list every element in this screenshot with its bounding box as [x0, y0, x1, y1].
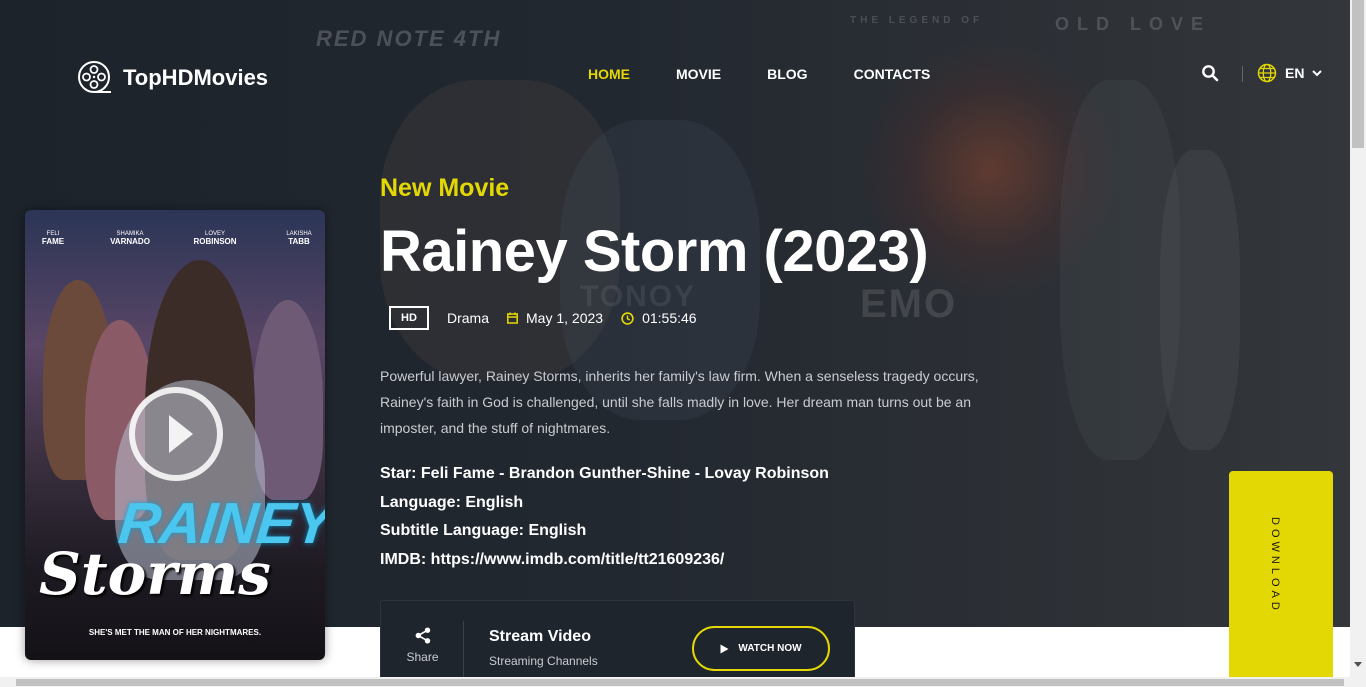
vertical-scrollbar-thumb[interactable]	[1352, 0, 1364, 148]
site-logo[interactable]: TopHDMovies	[77, 60, 268, 96]
star-value: Feli Fame - Brandon Gunther-Shine - Lova…	[420, 465, 829, 482]
poster-cast-name: LAKISHA TABB	[286, 231, 312, 246]
poster-cast-name: SHAMIKA VARNADO	[110, 231, 150, 246]
language-selector[interactable]: EN	[1257, 63, 1323, 83]
imdb-row: IMDB: https://www.imdb.com/title/tt21609…	[380, 546, 829, 575]
background-poster-text: RED NOTE 4TH	[316, 26, 502, 51]
search-icon	[1202, 65, 1219, 82]
section-subtitle: New Movie	[380, 174, 510, 202]
genre-label: Drama	[447, 310, 490, 326]
release-date: May 1, 2023	[507, 310, 603, 326]
share-label: Share	[406, 650, 439, 664]
background-poster-text: OLD LOVE	[1055, 14, 1212, 34]
nav-item-home[interactable]: HOME	[588, 66, 630, 82]
movie-poster[interactable]: FELI FAME SHAMIKA VARNADO LOVEY ROBINSON LA…	[25, 210, 325, 660]
movie-meta: HD Drama May 1, 2023 01:55:46	[389, 306, 715, 330]
film-reel-icon	[78, 61, 111, 93]
scroll-down-arrow-icon[interactable]	[1354, 662, 1362, 667]
movie-info: Star: Feli Fame - Brandon Gunther-Shine …	[380, 460, 829, 574]
star-label: Star:	[380, 465, 417, 482]
imdb-link[interactable]: https://www.imdb.com/title/tt21609236/	[431, 551, 725, 568]
stream-subtitle: Streaming Channels	[489, 654, 598, 668]
language-row: Language: English	[380, 489, 829, 518]
stream-divider	[463, 621, 464, 677]
watch-now-button[interactable]: WATCH NOW	[692, 626, 830, 671]
poster-cast-name: LOVEY ROBINSON	[193, 231, 237, 246]
vertical-scrollbar[interactable]	[1350, 0, 1366, 677]
clock-icon	[621, 311, 634, 325]
language-row-label: Language:	[380, 493, 461, 511]
duration: 01:55:46	[621, 310, 697, 326]
star-row: Star: Feli Fame - Brandon Gunther-Shine …	[380, 460, 829, 489]
language-label: EN	[1285, 65, 1305, 81]
nav-item-contacts[interactable]: CONTACTS	[854, 66, 931, 82]
search-button[interactable]	[1201, 64, 1219, 82]
genre[interactable]: Drama	[447, 310, 489, 326]
globe-icon	[1257, 63, 1277, 83]
movie-description: Powerful lawyer, Rainey Storms, inherits…	[380, 368, 979, 436]
movie-title: Rainey Storm (2023)	[380, 219, 929, 284]
release-date-label: May 1, 2023	[526, 310, 604, 326]
poster-tagline: SHE'S MET THE MAN OF HER NIGHTMARES.	[88, 628, 262, 637]
background-figure	[1160, 150, 1240, 450]
header-divider	[1242, 66, 1243, 82]
download-button[interactable]: DOWNLOAD	[1229, 471, 1333, 687]
language-value: English	[465, 493, 524, 511]
quality-badge: HD	[389, 306, 429, 330]
background-poster-text: THE LEGEND OF	[850, 15, 984, 26]
play-icon	[720, 644, 729, 653]
nav-item-blog[interactable]: BLOG	[767, 66, 807, 82]
download-label: DOWNLOAD	[1269, 517, 1281, 614]
chevron-down-icon	[1312, 70, 1323, 77]
poster-title-script: Storms	[39, 540, 271, 608]
background-poster-text: EMO	[860, 282, 958, 326]
play-video-button[interactable]	[129, 387, 223, 481]
share-icon	[415, 627, 430, 644]
calendar-icon	[507, 312, 518, 324]
logo-text: TopHDMovies	[123, 65, 269, 90]
horizontal-scrollbar-thumb[interactable]	[16, 679, 1344, 686]
main-nav: HOME MOVIE BLOG CONTACTS	[588, 66, 976, 82]
subtitle-language-label: Subtitle Language:	[380, 522, 524, 539]
imdb-label: IMDB:	[380, 550, 427, 568]
nav-item-movie[interactable]: MOVIE	[676, 66, 721, 82]
subtitle-language-row: Subtitle Language: English	[380, 517, 829, 546]
subtitle-language-value: English	[528, 522, 587, 539]
duration-label: 01:55:46	[642, 310, 697, 326]
poster-cast-name: FELI FAME	[41, 231, 65, 246]
stream-title: Stream Video	[489, 628, 591, 645]
share-button[interactable]: Share	[381, 601, 464, 687]
watch-now-label: WATCH NOW	[738, 643, 802, 654]
stream-panel: Share Stream Video Streaming Channels WA…	[380, 600, 855, 687]
horizontal-scrollbar[interactable]	[0, 677, 1366, 687]
